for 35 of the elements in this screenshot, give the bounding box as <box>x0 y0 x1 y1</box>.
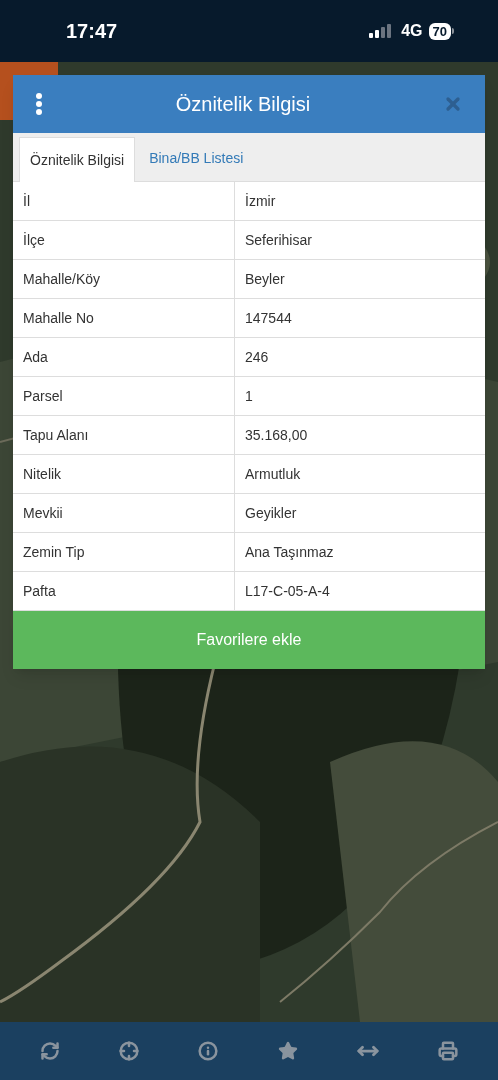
favorite-button[interactable]: Favorilere ekle <box>13 611 485 669</box>
table-cell-text: Seferihisar <box>244 230 313 250</box>
clock: 17:47 <box>66 19 118 44</box>
crosshair-icon[interactable] <box>119 1041 139 1061</box>
table-cell: İl <box>13 182 235 220</box>
table-cell-text: 147544 <box>244 308 293 328</box>
table-cell: Ada <box>13 338 235 376</box>
table-cell: Tapu Alanı <box>13 416 235 454</box>
refresh-icon[interactable] <box>39 1041 60 1061</box>
table-cell: Zemin Tip <box>13 533 235 571</box>
dialog-title: Öznitelik Bilgisi <box>174 92 312 117</box>
tab[interactable]: Bina/BB Listesi <box>135 136 258 181</box>
star-icon[interactable] <box>277 1041 298 1061</box>
table-cell-text: 246 <box>244 347 270 367</box>
table-cell-text: 1 <box>244 386 254 406</box>
table-cell: Mahalle/Köy <box>13 260 235 298</box>
tab[interactable]: Öznitelik Bilgisi <box>19 137 136 182</box>
table-cell-text: L17-C-05-A-4 <box>244 581 331 601</box>
table-cell: İlçe <box>13 221 235 259</box>
more-icon[interactable] <box>35 93 43 115</box>
table-cell: Mevkii <box>13 494 235 532</box>
table-cell: Pafta <box>13 572 235 610</box>
table-cell-text: İzmir <box>244 191 277 211</box>
table-cell-text: 35.168,00 <box>244 425 309 445</box>
table-cell-text: Beyler <box>244 269 286 289</box>
table-cell-text: Armutluk <box>244 464 302 484</box>
network-label: 4G <box>401 21 423 41</box>
print-icon[interactable] <box>438 1041 459 1061</box>
table-cell: Parsel <box>13 377 235 415</box>
table-cell-text: Geyikler <box>244 503 298 523</box>
table-cell: Mahalle No <box>13 299 235 337</box>
info-icon[interactable] <box>198 1041 219 1061</box>
table-cell: Nitelik <box>13 455 235 493</box>
table-cell-text: Ana Taşınmaz <box>244 542 335 562</box>
battery-icon: 70 <box>428 22 454 40</box>
